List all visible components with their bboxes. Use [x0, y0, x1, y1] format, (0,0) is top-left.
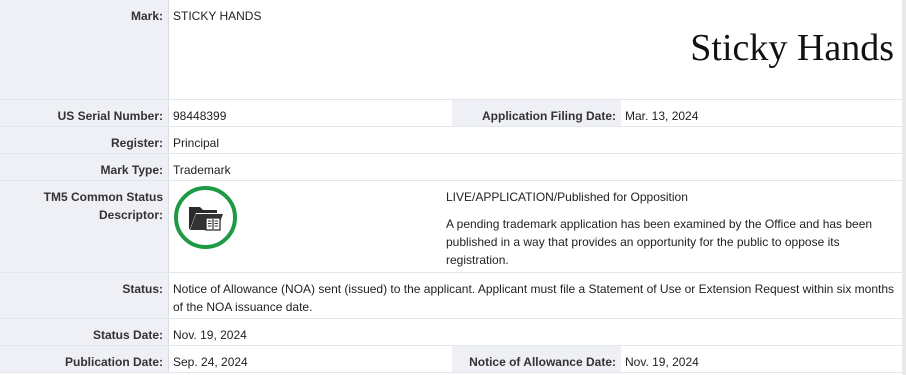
mark-value: STICKY HANDS — [173, 9, 262, 23]
serial-value: 98448399 — [173, 109, 227, 123]
serial-label-cell: US Serial Number: — [0, 100, 169, 126]
mark-type-value: Trademark — [173, 163, 231, 177]
tm5-descriptor: LIVE/APPLICATION/Published for Oppositio… — [446, 188, 886, 278]
mark-type-label: Mark Type: — [100, 163, 163, 177]
vertical-scrollbar[interactable] — [902, 0, 906, 375]
status-date-value: Nov. 19, 2024 — [173, 328, 247, 342]
tm5-description: A pending trademark application has been… — [446, 217, 873, 267]
mark-type-label-cell: Mark Type: — [0, 154, 169, 180]
mark-label: Mark: — [130, 9, 163, 23]
mark-image-text: Sticky Hands — [690, 27, 894, 69]
tm5-label-line1: TM5 Common Status — [43, 190, 163, 204]
noa-value: Nov. 19, 2024 — [625, 355, 699, 369]
publication-row: Publication Date: Sep. 24, 2024 Notice o… — [0, 346, 906, 373]
tm5-row: TM5 Common Status Descriptor: LIVE/APPLI… — [0, 181, 906, 273]
folder-document-icon-graphic — [189, 207, 223, 231]
mark-label-cell: Mark: — [0, 0, 169, 99]
status-row: Status: Notice of Allowance (NOA) sent (… — [0, 273, 906, 319]
register-value: Principal — [173, 136, 220, 150]
tm5-label: TM5 Common Status Descriptor: — [44, 188, 163, 224]
status-date-label: Status Date: — [92, 328, 163, 342]
noa-label: Notice of Allowance Date: — [469, 355, 616, 369]
tm5-status: LIVE/APPLICATION/Published for Oppositio… — [446, 190, 688, 204]
filing-value: Mar. 13, 2024 — [625, 109, 699, 123]
noa-label-cell: Notice of Allowance Date: — [452, 346, 621, 372]
register-label-cell: Register: — [0, 127, 169, 153]
tm5-label-line2: Descriptor: — [98, 208, 163, 222]
publication-value: Sep. 24, 2024 — [173, 355, 248, 369]
serial-label: US Serial Number: — [57, 109, 163, 123]
tm5-label-cell: TM5 Common Status Descriptor: — [0, 181, 169, 272]
mark-type-row: Mark Type: Trademark — [0, 154, 906, 181]
status-label-cell: Status: — [0, 273, 169, 318]
filing-label-cell: Application Filing Date: — [452, 100, 621, 126]
register-label: Register: — [110, 136, 163, 150]
status-label: Status: — [122, 282, 163, 296]
serial-row: US Serial Number: 98448399 Application F… — [0, 100, 906, 127]
folder-document-icon — [174, 186, 237, 249]
status-value: Notice of Allowance (NOA) sent (issued) … — [173, 282, 895, 314]
filing-label: Application Filing Date: — [482, 109, 616, 123]
publication-label: Publication Date: — [64, 355, 163, 369]
publication-label-cell: Publication Date: — [0, 346, 169, 372]
register-row: Register: Principal — [0, 127, 906, 154]
status-date-row: Status Date: Nov. 19, 2024 — [0, 319, 906, 346]
mark-row: Mark: STICKY HANDS Sticky Hands — [0, 0, 906, 100]
trademark-status-panel: Mark: STICKY HANDS Sticky Hands US Seria… — [0, 0, 906, 375]
status-date-label-cell: Status Date: — [0, 319, 169, 345]
